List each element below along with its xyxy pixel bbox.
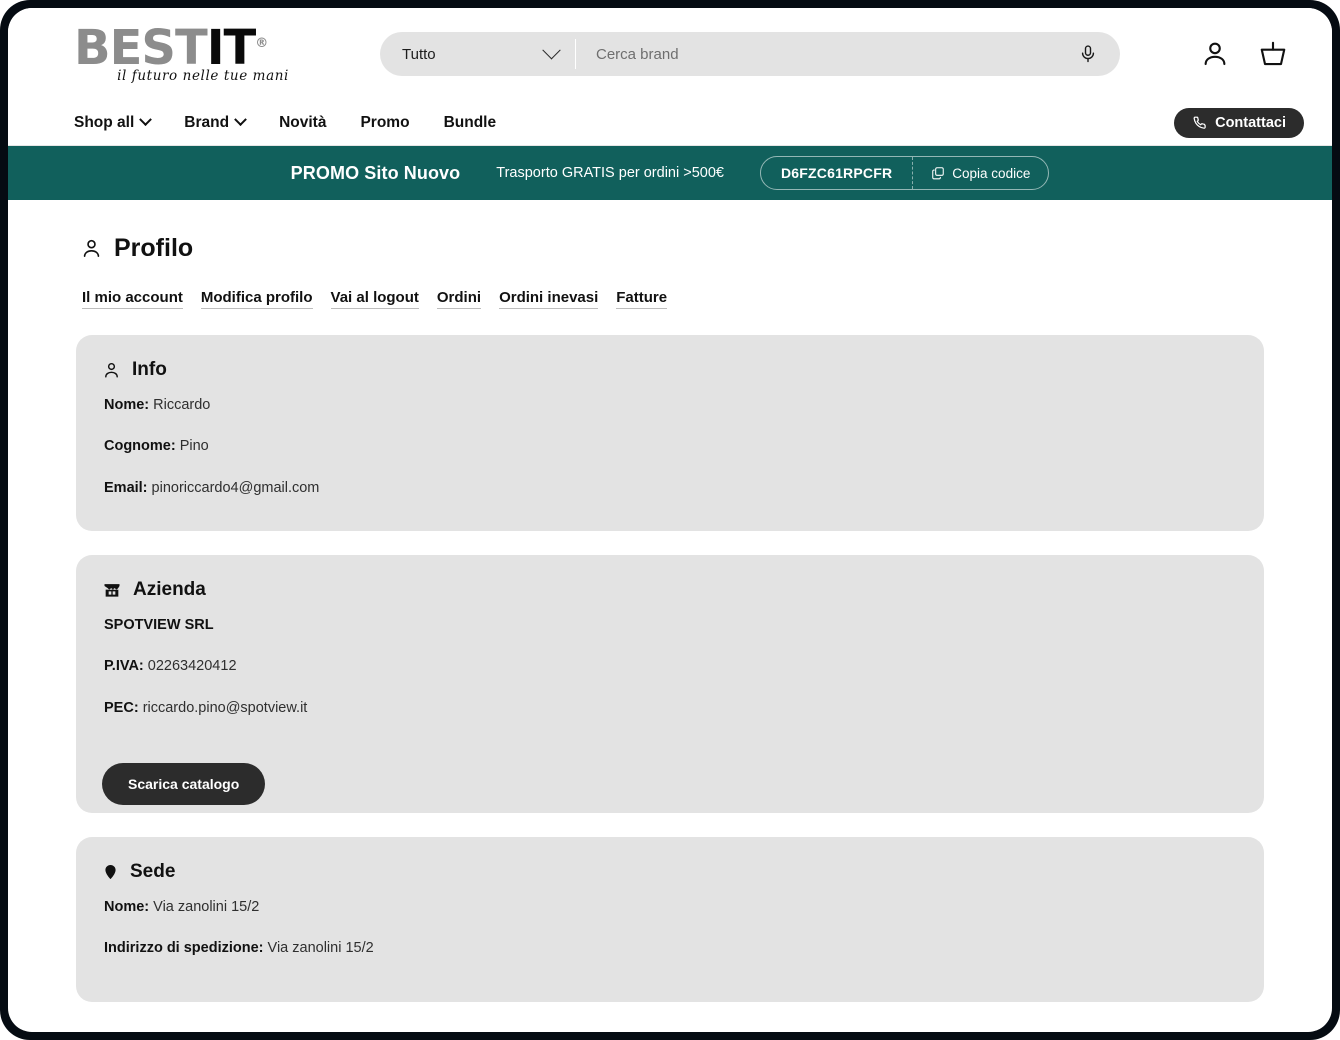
header-icon-group: [1200, 39, 1304, 69]
chevron-down-icon: [139, 113, 153, 127]
sede-card-title: Sede: [102, 861, 1238, 883]
search-category-label: Tutto: [402, 45, 436, 63]
browser-viewport: BESTIT® il futuro nelle tue mani Tutto C…: [8, 8, 1332, 1032]
registered-mark-icon: ®: [255, 36, 268, 52]
main-navigation: Shop all Brand Novità Promo Bundle Conta…: [8, 100, 1332, 146]
search-input[interactable]: [596, 45, 1078, 63]
sede-indirizzo-label: Indirizzo di spedizione:: [104, 940, 264, 957]
nav-item-brand[interactable]: Brand: [184, 113, 247, 132]
nav-item-novita[interactable]: Novità: [279, 114, 326, 132]
profile-tabs: Il mio account Modifica profilo Vai al l…: [76, 289, 1264, 309]
info-email-value: pinoriccardo4@gmail.com: [151, 479, 320, 496]
info-card-title-label: Info: [132, 359, 167, 380]
info-card: Info Nome: Riccardo Cognome: Pino Email:…: [76, 335, 1264, 531]
site-header: BESTIT® il futuro nelle tue mani Tutto: [8, 8, 1332, 100]
microphone-icon[interactable]: [1078, 43, 1098, 65]
user-icon[interactable]: [1200, 39, 1230, 69]
info-cognome-row: Cognome: Pino: [104, 438, 1238, 455]
nav-item-bundle[interactable]: Bundle: [444, 114, 497, 132]
azienda-pec-value: riccardo.pino@spotview.it: [142, 699, 308, 716]
promo-code-value: D6FZC61RPCFR: [761, 157, 914, 189]
copy-icon: [932, 167, 945, 180]
promo-title: PROMO Sito Nuovo: [290, 162, 461, 183]
info-nome-value: Riccardo: [153, 397, 211, 413]
sede-card-title-label: Sede: [130, 861, 176, 882]
promo-banner: PROMO Sito Nuovo Trasporto GRATIS per or…: [8, 146, 1332, 200]
phone-icon: [1193, 116, 1206, 129]
info-email-label: Email:: [104, 479, 148, 496]
azienda-pec-row: PEC: riccardo.pino@spotview.it: [104, 700, 1238, 717]
sede-card: Sede Nome: Via zanolini 15/2 Indirizzo d…: [76, 837, 1264, 1002]
tab-fatture[interactable]: Fatture: [616, 289, 668, 309]
azienda-company-name: SPOTVIEW SRL: [104, 617, 214, 633]
sede-indirizzo-value: Via zanolini 15/2: [267, 940, 374, 957]
info-nome-row: Nome: Riccardo: [104, 397, 1238, 414]
basket-icon[interactable]: [1258, 39, 1288, 69]
search-bar: Tutto: [380, 32, 1120, 76]
page-title-label: Profilo: [114, 234, 194, 262]
info-cognome-label: Cognome:: [104, 438, 176, 455]
azienda-piva-label: P.IVA:: [104, 658, 144, 675]
azienda-piva-value: 02263420412: [147, 658, 237, 675]
search-category-select[interactable]: Tutto: [380, 32, 576, 76]
azienda-card-title-label: Azienda: [133, 579, 206, 600]
azienda-card-title: Azienda: [102, 579, 1238, 601]
nav-label: Brand: [184, 113, 230, 131]
profile-page: Profilo Il mio account Modifica profilo …: [8, 200, 1332, 1002]
azienda-card: Azienda SPOTVIEW SRL P.IVA: 02263420412 …: [76, 555, 1264, 813]
sede-indirizzo-row: Indirizzo di spedizione: Via zanolini 15…: [104, 940, 1238, 957]
page-title: Profilo: [76, 234, 1264, 263]
azienda-pec-label: PEC:: [104, 699, 139, 716]
site-logo[interactable]: BESTIT® il futuro nelle tue mani: [74, 24, 304, 84]
sede-nome-value: Via zanolini 15/2: [153, 899, 260, 915]
info-cognome-value: Pino: [179, 438, 209, 455]
promo-code-pill: D6FZC61RPCFR Copia codice: [759, 156, 1050, 190]
sede-nome-label: Nome:: [104, 899, 150, 915]
contattaci-button[interactable]: Contattaci: [1174, 107, 1304, 138]
user-icon: [105, 362, 118, 378]
tab-modifica-profilo[interactable]: Modifica profilo: [200, 289, 313, 309]
tab-ordini[interactable]: Ordini: [436, 289, 482, 309]
store-icon: [104, 584, 120, 597]
user-icon: [83, 239, 100, 257]
scarica-catalogo-button[interactable]: Scarica catalogo: [102, 763, 266, 806]
contattaci-label: Contattaci: [1215, 114, 1286, 131]
tab-vai-al-logout[interactable]: Vai al logout: [330, 289, 419, 309]
info-card-title: Info: [102, 359, 1238, 381]
copy-code-label: Copia codice: [952, 165, 1031, 181]
nav-label: Shop all: [74, 113, 135, 131]
chevron-down-icon: [542, 40, 561, 59]
nav-label: Bundle: [443, 113, 497, 131]
nav-label: Promo: [360, 113, 410, 131]
sede-nome-row: Nome: Via zanolini 15/2: [104, 899, 1238, 916]
tab-il-mio-account[interactable]: Il mio account: [82, 289, 183, 309]
chevron-down-icon: [234, 113, 247, 127]
info-nome-label: Nome:: [104, 397, 150, 413]
info-email-row: Email: pinoriccardo4@gmail.com: [104, 480, 1238, 497]
azienda-piva-row: P.IVA: 02263420412: [104, 658, 1238, 675]
copy-code-button[interactable]: Copia codice: [913, 166, 1048, 181]
nav-item-shop-all[interactable]: Shop all: [74, 113, 153, 132]
map-pin-icon: [105, 865, 116, 879]
device-frame: BESTIT® il futuro nelle tue mani Tutto C…: [0, 0, 1340, 1040]
tab-ordini-inevasi[interactable]: Ordini inevasi: [499, 289, 599, 309]
promo-subtitle: Trasporto GRATIS per ordini >500€: [496, 165, 724, 181]
nav-item-promo[interactable]: Promo: [360, 114, 409, 132]
search-input-wrap: [576, 32, 1120, 76]
nav-label: Novità: [279, 113, 327, 131]
logo-wordmark: BESTIT®: [74, 24, 304, 72]
